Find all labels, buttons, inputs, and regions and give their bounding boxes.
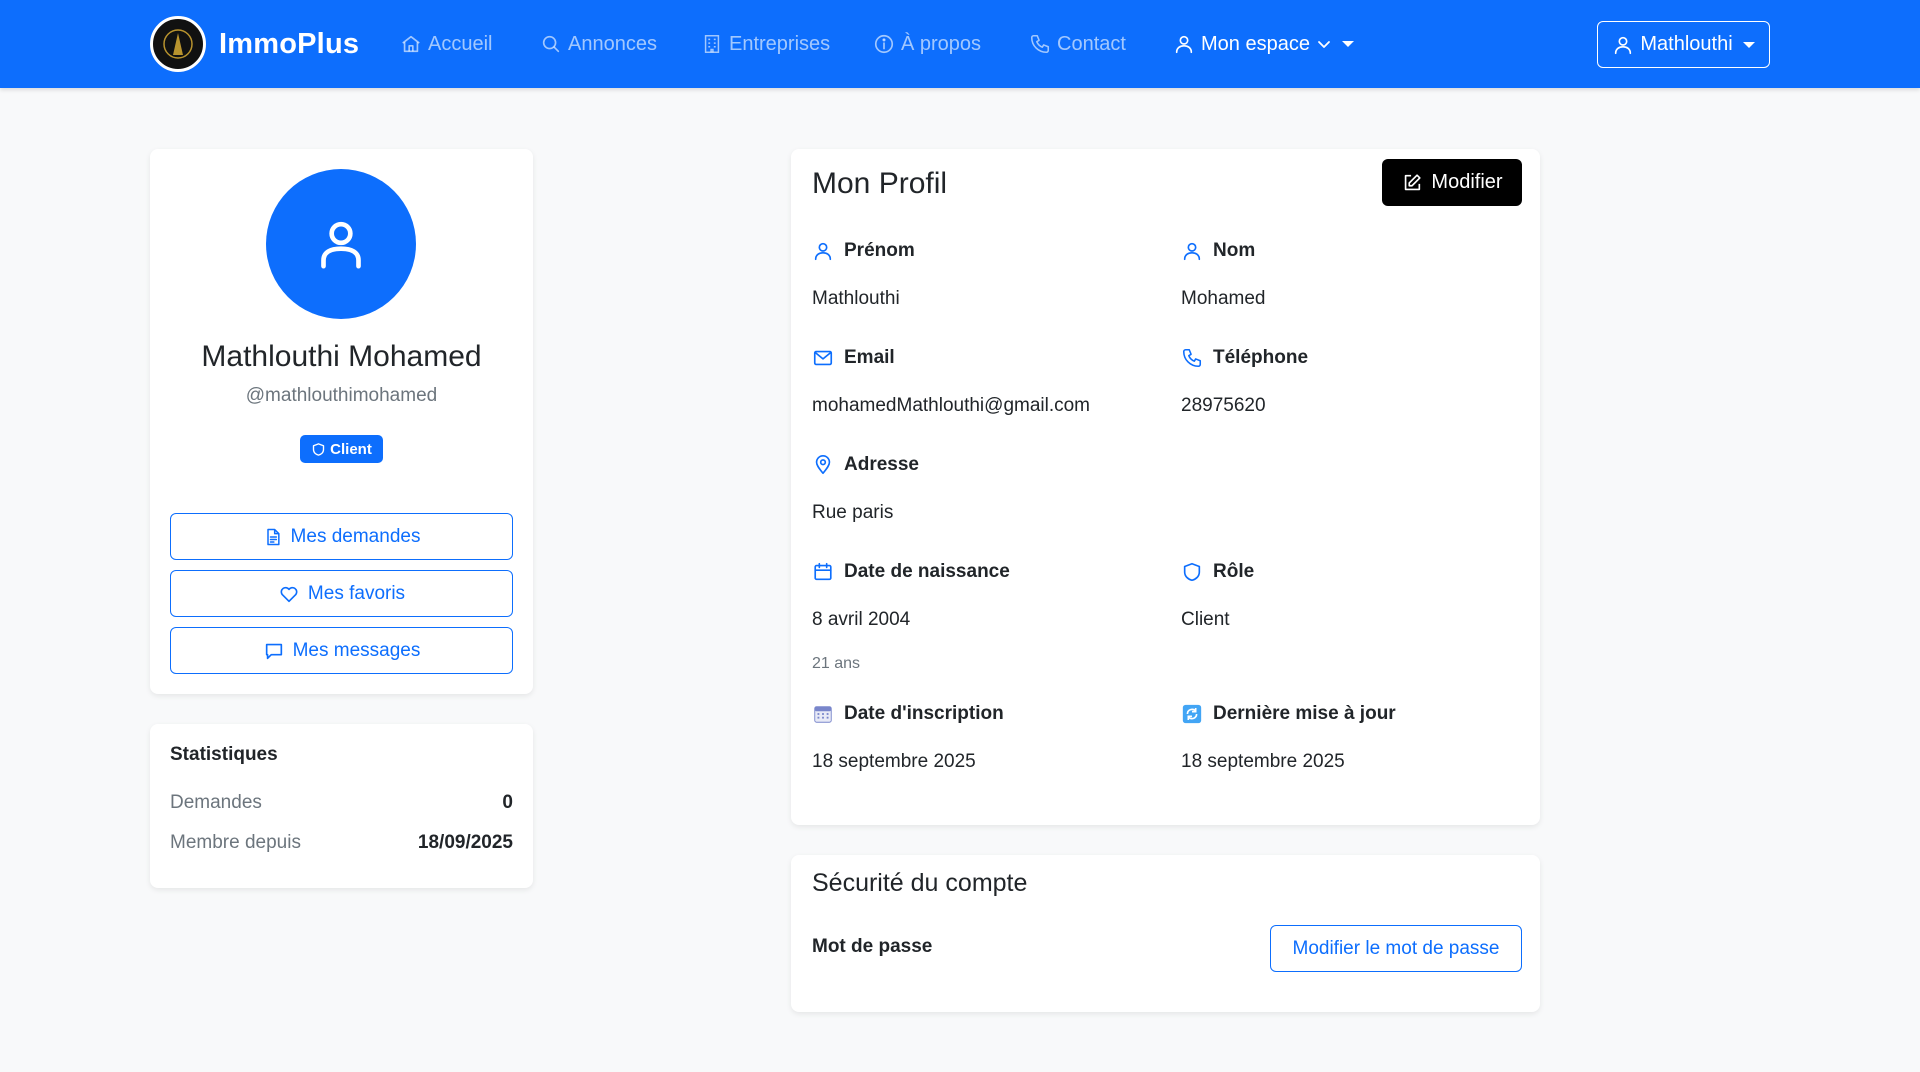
edit-profile-label: Modifier: [1431, 171, 1503, 193]
password-label: Mot de passe: [812, 936, 933, 957]
shield-icon: [1183, 562, 1201, 582]
edit-profile-button[interactable]: Modifier: [1382, 159, 1522, 206]
stat-member-since-label: Membre depuis: [170, 832, 301, 853]
change-password-button[interactable]: Modifier le mot de passe: [1270, 925, 1522, 972]
profile-info-card: Mon Profil Modifier Prénom Mathlouthi No…: [791, 149, 1540, 825]
email-label: Email: [812, 347, 895, 369]
first-name-value: Mathlouthi: [812, 288, 900, 309]
role-label-text: Rôle: [1213, 561, 1255, 582]
dropdown-caret-icon: [1341, 41, 1354, 47]
signup-date-label-text: Date d'inscription: [844, 703, 1004, 724]
mail-icon: [813, 350, 833, 366]
user-icon: [814, 242, 832, 261]
stat-requests-value: 0: [502, 792, 513, 813]
birthdate-label: Date de naissance: [812, 561, 1010, 583]
signup-date-label: Date d'inscription: [812, 703, 1004, 725]
role-badge: Client: [300, 435, 383, 463]
email-label-text: Email: [844, 347, 895, 368]
message-icon: [265, 643, 282, 659]
my-requests-label: Mes demandes: [290, 525, 421, 547]
nav-a-propos-label: À propos: [901, 32, 982, 55]
calendar-emoji-icon: [814, 706, 832, 723]
my-favorites-label: Mes favoris: [307, 582, 406, 604]
nav-annonces[interactable]: Annonces: [540, 30, 657, 58]
phone-label-text: Téléphone: [1213, 347, 1309, 368]
user-icon: [1175, 35, 1193, 54]
first-name-label: Prénom: [812, 240, 915, 262]
last-update-label-text: Dernière mise à jour: [1213, 703, 1396, 724]
avatar: [266, 169, 416, 319]
last-name-value: Mohamed: [1181, 288, 1266, 309]
phone-value: 28975620: [1181, 395, 1266, 416]
user-icon: [1183, 242, 1201, 261]
top-navbar: ImmoPlus Accueil Annonces Entreprises À …: [0, 0, 1920, 88]
stat-requests: Demandes 0: [170, 792, 513, 814]
shield-icon: [312, 442, 325, 456]
calendar-icon: [814, 562, 832, 581]
nav-a-propos[interactable]: À propos: [873, 30, 981, 58]
brand[interactable]: ImmoPlus: [150, 16, 359, 72]
age-value: 21 ans: [812, 655, 861, 672]
building-icon: [704, 35, 720, 53]
nav-mon-espace-label: Mon espace: [1201, 32, 1310, 55]
my-favorites-button[interactable]: Mes favoris: [170, 570, 513, 617]
nav-accueil-label: Accueil: [428, 32, 493, 55]
email-value: mohamedMathlouthi@gmail.com: [812, 395, 1091, 416]
document-icon: [266, 528, 280, 545]
phone-icon: [1182, 348, 1202, 368]
user-icon: [321, 221, 361, 269]
phone-label: Téléphone: [1181, 347, 1308, 369]
first-name-label-text: Prénom: [844, 240, 915, 261]
signup-date-value: 18 septembre 2025: [812, 751, 976, 772]
phone-icon: [1030, 34, 1050, 54]
nav-accueil[interactable]: Accueil: [400, 30, 492, 58]
profile-full-name: Mathlouthi Mohamed: [201, 340, 482, 373]
stat-requests-label: Demandes: [170, 792, 262, 813]
profile-card: Mathlouthi Mohamed @mathlouthimohamed Cl…: [150, 149, 533, 694]
nav-entreprises[interactable]: Entreprises: [701, 30, 830, 58]
stats-title: Statistiques: [170, 744, 278, 765]
info-icon: [874, 34, 894, 54]
address-label: Adresse: [812, 454, 919, 476]
location-pin-icon: [815, 455, 831, 475]
brand-name: ImmoPlus: [219, 27, 360, 60]
nav-annonces-label: Annonces: [568, 32, 657, 55]
security-title: Sécurité du compte: [812, 869, 1028, 897]
security-card: Sécurité du compte Mot de passe Modifier…: [791, 855, 1540, 1012]
my-messages-label: Mes messages: [292, 639, 421, 661]
stat-member-since-value: 18/09/2025: [417, 832, 513, 853]
address-value: Rue paris: [812, 502, 894, 523]
birthdate-label-text: Date de naissance: [844, 561, 1010, 582]
home-icon: [402, 35, 420, 53]
page-title: Mon Profil: [812, 167, 948, 200]
brand-logo: [150, 16, 206, 72]
my-requests-button[interactable]: Mes demandes: [170, 513, 513, 560]
my-messages-button[interactable]: Mes messages: [170, 627, 513, 674]
nav-contact-label: Contact: [1057, 32, 1126, 55]
heart-icon: [280, 586, 298, 602]
role-badge-label: Client: [330, 440, 372, 458]
nav-contact[interactable]: Contact: [1029, 30, 1126, 58]
last-name-label: Nom: [1181, 240, 1255, 262]
nav-mon-espace[interactable]: Mon espace: [1173, 30, 1354, 58]
address-label-text: Adresse: [844, 454, 919, 475]
birthdate-value: 8 avril 2004: [812, 609, 911, 630]
chevron-down-icon: [1318, 41, 1330, 48]
role-value: Client: [1181, 609, 1230, 630]
user-menu-label: Mathlouthi: [1640, 33, 1733, 55]
search-icon: [542, 35, 560, 53]
stat-member-since: Membre depuis 18/09/2025: [170, 832, 513, 854]
dropdown-caret-icon: [1742, 41, 1755, 48]
nav-entreprises-label: Entreprises: [729, 32, 831, 55]
user-icon: [1615, 36, 1632, 54]
refresh-icon: [1182, 704, 1202, 724]
last-update-value: 18 septembre 2025: [1181, 751, 1345, 772]
role-label: Rôle: [1181, 561, 1254, 583]
stats-card: Statistiques Demandes 0 Membre depuis 18…: [150, 724, 533, 888]
last-update-label: Dernière mise à jour: [1181, 703, 1396, 725]
user-menu-button[interactable]: Mathlouthi: [1597, 21, 1770, 68]
last-name-label-text: Nom: [1213, 240, 1256, 261]
profile-username: @mathlouthimohamed: [245, 385, 438, 406]
edit-icon: [1405, 173, 1422, 190]
